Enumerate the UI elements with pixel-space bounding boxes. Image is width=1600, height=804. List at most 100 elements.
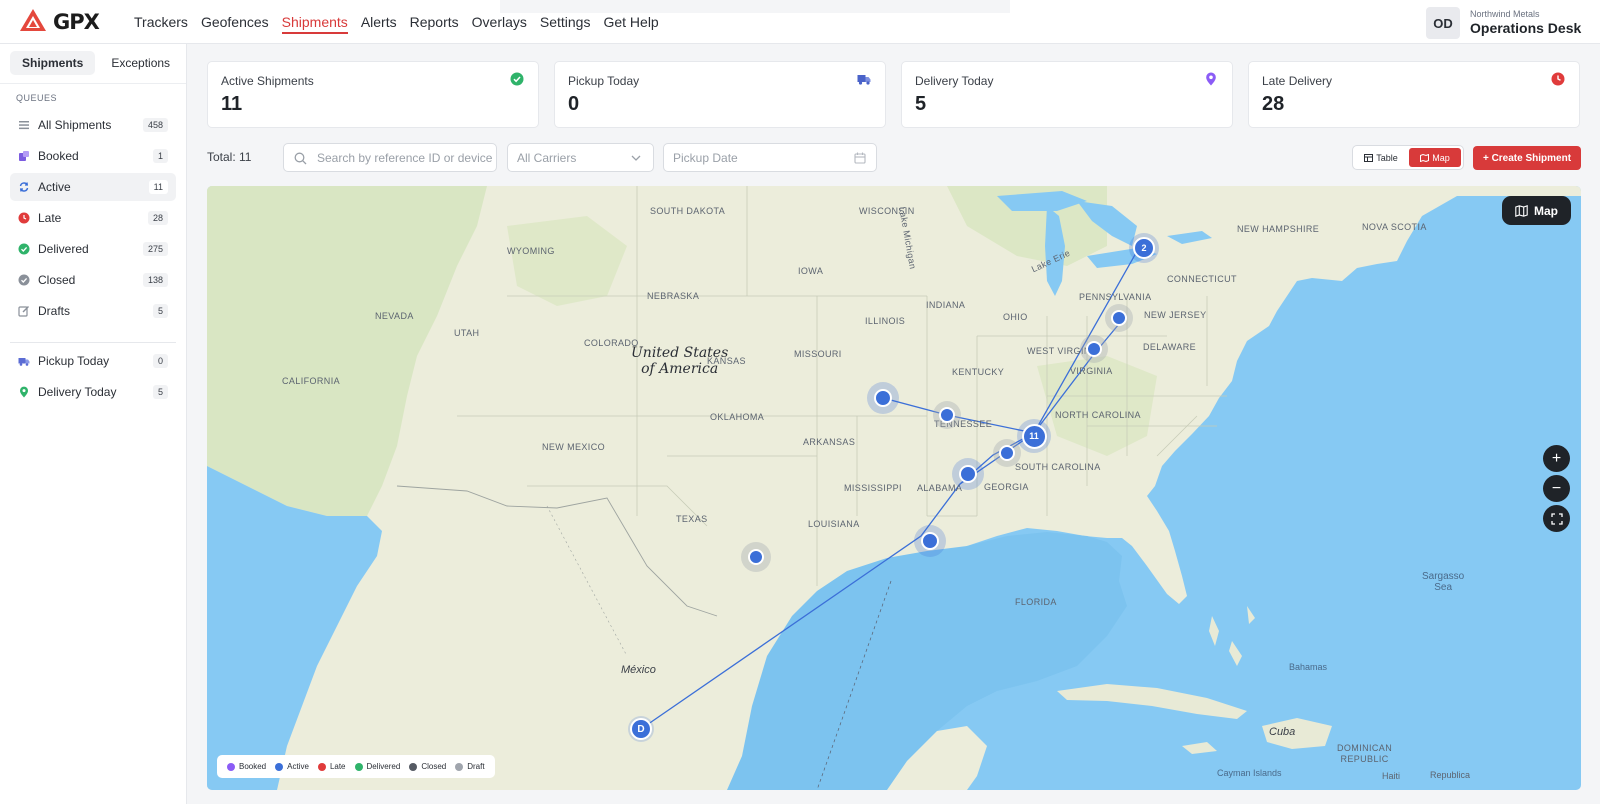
account-name: Operations Desk [1470,20,1582,36]
shipment-marker-active[interactable] [914,525,946,557]
sidebar-item-closed[interactable]: Closed 138 [10,266,176,294]
sidebar-item-all-shipments[interactable]: All Shipments 458 [10,111,176,139]
truck-icon [18,355,30,367]
legend-label: Draft [467,762,485,771]
legend-swatch [354,762,363,771]
tab-exceptions[interactable]: Exceptions [99,51,182,75]
legend-swatch [317,762,326,771]
stat-card-delivery-today[interactable]: Delivery Today 5 [901,61,1233,128]
shipment-marker-active[interactable] [933,401,961,429]
shipment-marker-active[interactable] [741,542,771,572]
shipment-cluster-marker[interactable]: 2 [1129,233,1159,263]
legend-swatch [409,762,418,771]
sidebar-item-active[interactable]: Active 11 [10,173,176,201]
zoom-in-button[interactable]: + [1543,445,1570,472]
sidebar-item-drafts[interactable]: Drafts 5 [10,297,176,325]
map-style-label: Map [1534,203,1558,218]
shipment-marker-active[interactable] [993,439,1021,467]
legend-item-active: Active [275,762,309,771]
stat-label: Late Delivery [1262,74,1333,88]
map-label-south-dakota: SOUTH DAKOTA [650,206,726,216]
app-logo[interactable]: GPX [19,8,100,37]
map-label-united-states: United States of America [631,345,729,377]
map-label-mexico: México [621,664,656,676]
sidebar-item-booked[interactable]: Booked 1 [10,142,176,170]
nav-trackers[interactable]: Trackers [134,14,188,34]
sidebar-item-late[interactable]: Late 28 [10,204,176,232]
sidebar-item-label: Closed [38,273,76,287]
tab-shipments[interactable]: Shipments [10,51,96,75]
shipment-marker-active[interactable] [867,382,899,414]
sidebar-item-label: All Shipments [38,118,112,132]
stat-label: Pickup Today [568,74,640,88]
fullscreen-button[interactable] [1543,505,1570,532]
create-shipment-button[interactable]: + Create Shipment [1473,146,1581,170]
avatar[interactable]: OD [1426,7,1460,39]
pickup-date-placeholder: Pickup Date [673,150,738,165]
map-label-wyoming: WYOMING [507,246,555,256]
nav-get-help[interactable]: Get Help [603,14,658,34]
nav-alerts[interactable]: Alerts [361,14,397,34]
sidebar-item-delivery-today[interactable]: Delivery Today 5 [10,378,176,406]
queue-count: 11 [148,180,168,194]
gpx-logo-icon [19,8,47,37]
divider [10,342,176,343]
queue-count: 5 [152,385,168,399]
legend-item-booked: Booked [227,762,266,771]
map-view-label: Map [1432,152,1450,163]
map-label-mississippi: MISSISSIPPI [844,483,902,493]
destination-marker[interactable]: D [628,716,654,742]
queue-count: 0 [152,354,168,368]
pickup-date-field[interactable]: Pickup Date [663,143,877,172]
topbar-shade [500,0,1010,13]
check-circle-icon [510,72,524,86]
nav-overlays[interactable]: Overlays [472,14,527,34]
queues-title: QUEUES [16,93,58,103]
plus-icon: + [1551,449,1562,467]
shipment-cluster-marker[interactable]: 11 [1017,419,1051,453]
sidebar-item-pickup-today[interactable]: Pickup Today 0 [10,347,176,375]
legend-item-delivered: Delivered [354,762,400,771]
table-icon [1364,153,1374,162]
stat-label: Active Shipments [221,74,314,88]
chevron-down-icon [631,155,641,161]
queue-count: 5 [152,304,168,318]
shipment-marker-active[interactable] [1105,304,1133,332]
shipment-marker-active[interactable] [1080,335,1108,363]
top-navigation-bar: GPX Trackers Geofences Shipments Alerts … [0,0,1600,44]
map-label-arkansas: ARKANSAS [803,437,856,447]
search-input[interactable]: Search by reference ID or device [283,143,497,172]
shipment-map[interactable]: SOUTH DAKOTA WYOMING NEBRASKA IOWA WISCO… [207,186,1581,790]
map-style-button[interactable]: Map [1502,196,1571,225]
queue-count: 275 [142,242,168,256]
nav-reports[interactable]: Reports [410,14,459,34]
cluster-count: 11 [1021,423,1047,449]
sidebar-item-delivered[interactable]: Delivered 275 [10,235,176,263]
map-label-cayman-islands: Cayman Islands [1217,768,1282,778]
map-label-sargasso-sea: Sargasso Sea [1422,571,1465,593]
table-view-button[interactable]: Table [1355,148,1407,167]
legend-item-late: Late [317,762,346,771]
stat-card-pickup-today[interactable]: Pickup Today 0 [554,61,886,128]
nav-geofences[interactable]: Geofences [201,14,269,34]
map-label-nova-scotia: NOVA SCOTIA [1362,222,1427,232]
map-label-connecticut: CONNECTICUT [1167,274,1237,284]
map-icon [1420,153,1430,162]
stat-card-active-shipments[interactable]: Active Shipments 11 [207,61,539,128]
carrier-select[interactable]: All Carriers [507,143,654,172]
stat-value: 28 [1262,93,1285,115]
account-info: Northwind Metals Operations Desk [1470,9,1581,37]
queue-count: 458 [142,118,168,132]
legend-label: Late [329,762,346,771]
zoom-out-button[interactable]: − [1543,475,1570,502]
refresh-icon [18,181,30,193]
nav-settings[interactable]: Settings [540,14,591,34]
sidebar-item-label: Drafts [38,304,71,318]
map-view-button[interactable]: Map [1409,148,1461,167]
shipment-marker-active[interactable] [952,458,984,490]
cluster-count: 2 [1133,237,1155,259]
map-label-indiana: INDIANA [926,300,966,310]
account-menu[interactable]: OD Northwind Metals Operations Desk [1426,7,1581,39]
stat-card-late-delivery[interactable]: Late Delivery 28 [1248,61,1580,128]
nav-shipments[interactable]: Shipments [281,14,348,34]
